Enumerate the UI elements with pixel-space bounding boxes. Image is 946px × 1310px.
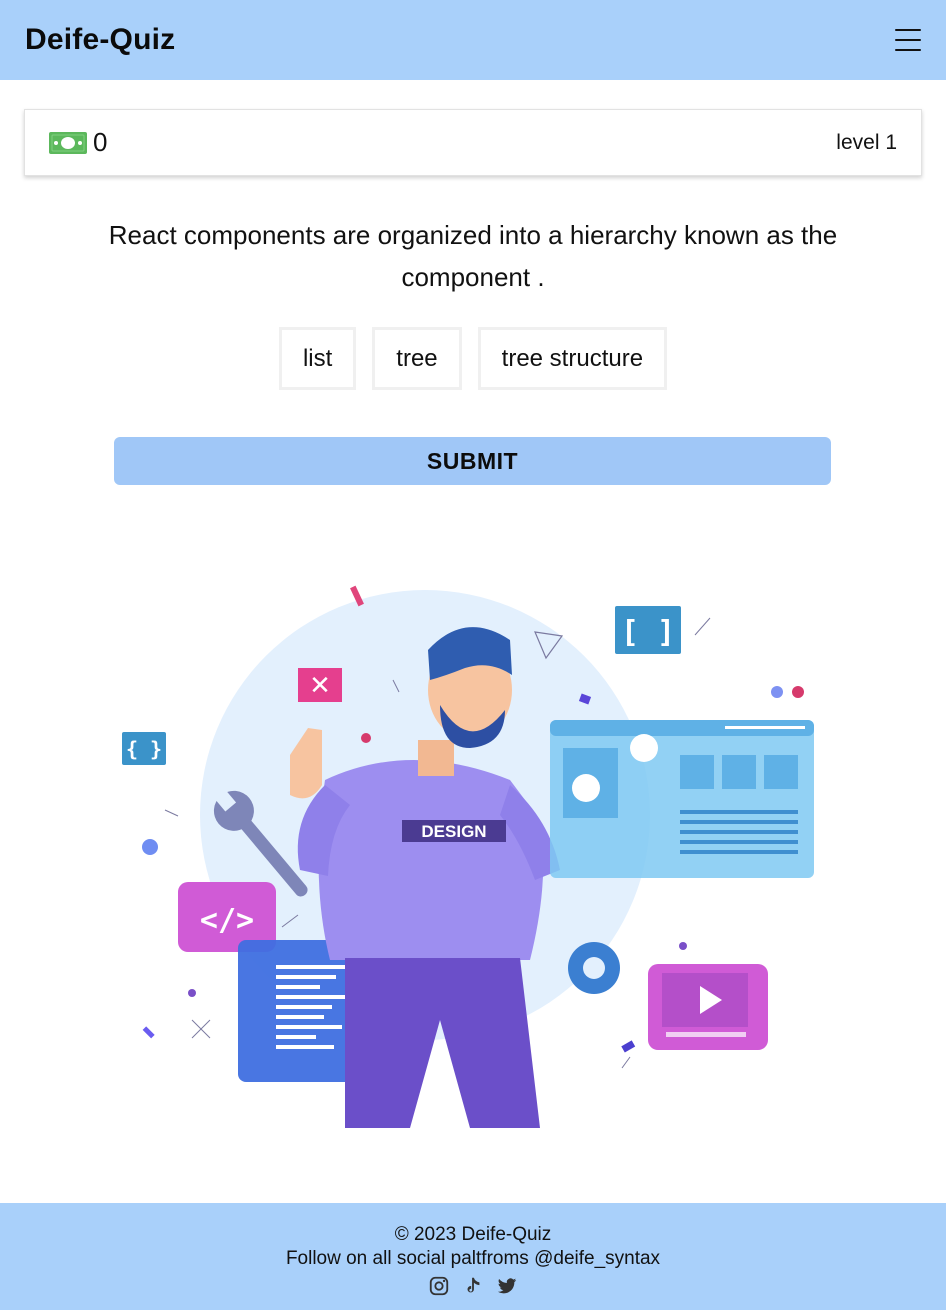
confetti	[142, 839, 158, 855]
submit-button[interactable]: SUBMIT	[114, 437, 831, 485]
ui-window-card	[722, 755, 756, 789]
ui-window-card	[680, 755, 714, 789]
gear-icon	[568, 942, 620, 994]
answer-options: list tree tree structure	[0, 327, 946, 390]
code-glyph: </>	[200, 903, 254, 938]
option-tree[interactable]: tree	[372, 327, 462, 390]
legs	[345, 958, 540, 1128]
option-tree-structure[interactable]: tree structure	[477, 327, 668, 390]
confetti	[142, 1026, 155, 1039]
touch-point	[572, 774, 600, 802]
ui-window-text	[680, 830, 798, 834]
confetti	[361, 733, 371, 743]
navbar: Deife-Quiz	[0, 0, 946, 80]
neck	[418, 740, 454, 776]
designer-illustration: [ ] { } </> DESIGN ✕	[122, 585, 814, 1128]
ui-window-text	[680, 820, 798, 824]
level-indicator: level 1	[836, 130, 897, 154]
confetti	[188, 989, 196, 997]
ui-window-bar-line	[725, 726, 805, 729]
touch-point	[630, 734, 658, 762]
brand-logo[interactable]: Deife-Quiz	[25, 23, 175, 57]
confetti-line	[694, 617, 711, 636]
brackets-glyph: [ ]	[621, 615, 675, 650]
braces-glyph: { }	[126, 737, 162, 761]
footer-follow: Follow on all social paltfroms @deife_sy…	[285, 1248, 661, 1269]
menu-line	[895, 29, 921, 31]
instagram-icon[interactable]	[428, 1275, 450, 1297]
question-text: React components are organized into a hi…	[108, 220, 838, 292]
confetti-line	[164, 809, 179, 817]
social-links	[0, 1275, 946, 1297]
ui-window-card	[764, 755, 798, 789]
score-display: 0	[49, 127, 107, 158]
menu-line	[895, 39, 921, 41]
confetti	[771, 686, 783, 698]
confetti	[679, 942, 687, 950]
tiktok-icon[interactable]	[462, 1275, 484, 1297]
footer: © 2023 Deife-Quiz Follow on all social p…	[0, 1203, 946, 1310]
confetti	[792, 686, 804, 698]
score-card: 0 level 1	[24, 109, 922, 176]
hamburger-menu-icon[interactable]	[895, 29, 921, 51]
shirt-text: DESIGN	[421, 822, 486, 841]
confetti-line	[621, 1056, 631, 1069]
score-value: 0	[93, 127, 108, 157]
close-glyph: ✕	[309, 671, 331, 701]
twitter-icon[interactable]	[496, 1275, 518, 1297]
video-progress	[666, 1032, 746, 1037]
option-list[interactable]: list	[278, 327, 357, 390]
footer-copyright: © 2023 Deife-Quiz	[394, 1224, 552, 1245]
ui-window-text	[680, 840, 798, 844]
menu-line	[895, 49, 921, 51]
banknote-icon	[49, 131, 87, 154]
ui-window-text	[680, 810, 798, 814]
ui-window-text	[680, 850, 798, 854]
confetti	[621, 1040, 636, 1053]
